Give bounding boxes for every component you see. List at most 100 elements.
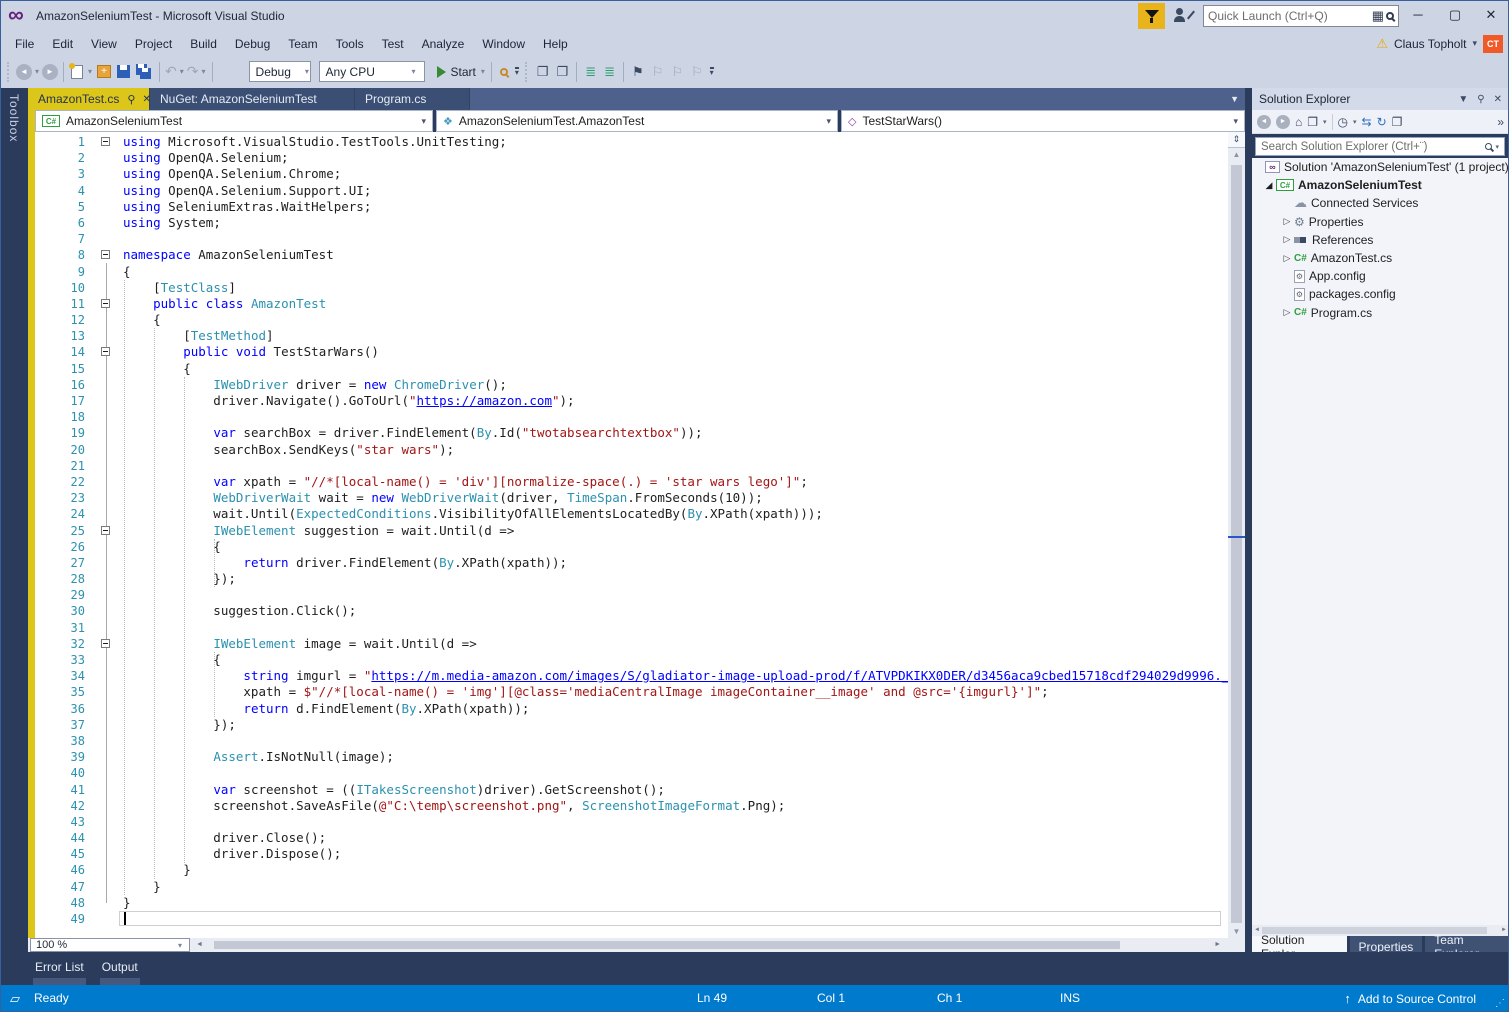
code-line-16[interactable]: 16 IWebDriver driver = new ChromeDriver(… (35, 377, 1228, 393)
expander-collapsed-icon[interactable]: ▷ (1280, 216, 1294, 227)
avatar[interactable]: CT (1483, 35, 1503, 53)
tree-item-solution-amazonseleniumtest-1-project[interactable]: ∞Solution 'AmazonSeleniumTest' (1 projec… (1252, 158, 1509, 176)
code-line-39[interactable]: 39 Assert.IsNotNull(image); (35, 749, 1228, 765)
scroll-left-icon[interactable]: ◄ (1254, 927, 1260, 933)
user-name[interactable]: Claus Topholt (1394, 37, 1467, 51)
status-column-number[interactable]: Col 1 (817, 991, 845, 1005)
code-line-12[interactable]: 12 { (35, 312, 1228, 328)
panel-options-dropdown-icon[interactable]: ▼ (1458, 94, 1468, 105)
pin-icon[interactable]: ⚲ (1477, 94, 1484, 105)
navbar-type-combo[interactable]: ❖ AmazonSeleniumTest.AmazonTest ▾ (436, 110, 838, 132)
solution-search-input[interactable] (1261, 141, 1485, 153)
toolbar-overflow-icon[interactable]: ▾ (515, 67, 519, 76)
code-line-23[interactable]: 23 WebDriverWait wait = new WebDriverWai… (35, 490, 1228, 506)
code-line-6[interactable]: 6using System; (35, 215, 1228, 231)
vertical-scrollbar-thumb[interactable] (1231, 165, 1242, 923)
code-line-17[interactable]: 17 driver.Navigate().GoToUrl("https://am… (35, 393, 1228, 409)
status-insert-mode[interactable]: INS (1060, 991, 1080, 1005)
code-line-8[interactable]: 8namespace AmazonSeleniumTest (35, 247, 1228, 263)
refresh-icon[interactable]: ↻ (1377, 115, 1387, 129)
code-line-11[interactable]: 11 public class AmazonTest (35, 296, 1228, 312)
split-window-handle[interactable]: ⇕ (1228, 132, 1245, 148)
new-project-dropdown-icon[interactable]: ▾ (88, 67, 92, 76)
status-line-number[interactable]: Ln 49 (697, 991, 727, 1005)
quick-launch-box[interactable]: ▦ (1203, 5, 1399, 27)
close-panel-icon[interactable]: ✕ (1494, 94, 1502, 105)
collapse-region-icon[interactable] (101, 347, 110, 356)
expander-collapsed-icon[interactable]: ▷ (1280, 307, 1294, 318)
home-icon[interactable]: ⌂ (1295, 115, 1302, 129)
collapse-region-icon[interactable] (101, 526, 110, 535)
increase-indent-button[interactable]: ≣ (604, 64, 615, 80)
resize-grip[interactable]: ⋰ (1495, 998, 1505, 1009)
status-character-number[interactable]: Ch 1 (937, 991, 962, 1005)
navigate-backward-button[interactable]: ◄ (16, 64, 32, 80)
pending-changes-filter-icon[interactable]: ◷ (1338, 115, 1348, 129)
close-button[interactable]: ✕ (1474, 0, 1508, 30)
redo-dropdown-icon[interactable]: ▾ (202, 67, 206, 76)
sync-with-active-document-icon[interactable]: ⇆ (1362, 115, 1372, 129)
redo-button[interactable]: ↷ (187, 63, 199, 80)
bottom-tab-output[interactable]: Output (100, 960, 140, 985)
tree-item-program-cs[interactable]: ▷C#Program.cs (1252, 304, 1509, 322)
code-line-33[interactable]: 33 { (35, 652, 1228, 668)
bottom-tab-error-list[interactable]: Error List (33, 960, 86, 985)
decrease-indent-button[interactable]: ≣ (585, 64, 596, 80)
code-line-45[interactable]: 45 driver.Dispose(); (35, 846, 1228, 862)
code-editor[interactable]: 1using Microsoft.VisualStudio.TestTools.… (35, 132, 1228, 938)
new-project-button[interactable] (71, 65, 83, 79)
document-list-dropdown-icon[interactable]: ▼ (1230, 94, 1239, 104)
toolbar-grip[interactable] (525, 62, 530, 82)
se-toolbar-overflow-icon[interactable]: » (1497, 115, 1504, 129)
menu-project[interactable]: Project (126, 34, 181, 54)
code-line-28[interactable]: 28 }); (35, 571, 1228, 587)
horizontal-scrollbar-thumb[interactable] (214, 941, 1120, 949)
menu-file[interactable]: File (6, 34, 43, 54)
menu-debug[interactable]: Debug (226, 34, 279, 54)
uncomment-button[interactable]: ❐ (557, 64, 569, 80)
menu-tools[interactable]: Tools (327, 34, 373, 54)
code-line-36[interactable]: 36 return d.FindElement(By.XPath(xpath))… (35, 701, 1228, 717)
quick-launch-input[interactable] (1208, 9, 1372, 23)
menu-analyze[interactable]: Analyze (413, 34, 474, 54)
pin-icon[interactable]: ⚲ (127, 93, 135, 106)
menu-test[interactable]: Test (373, 34, 413, 54)
expander-collapsed-icon[interactable]: ▷ (1280, 234, 1294, 245)
code-line-49[interactable]: 49 (35, 911, 1228, 927)
code-line-5[interactable]: 5using SeleniumExtras.WaitHelpers; (35, 199, 1228, 215)
code-line-13[interactable]: 13 [TestMethod] (35, 328, 1228, 344)
code-line-29[interactable]: 29 (35, 587, 1228, 603)
scroll-right-icon[interactable]: ► (1501, 927, 1507, 933)
show-all-files-icon[interactable]: ❐ (1307, 115, 1318, 129)
editor-horizontal-scrollbar[interactable]: 100 % ▾ ◄ ► (28, 938, 1245, 952)
save-all-button[interactable] (136, 64, 152, 79)
scroll-right-icon[interactable]: ► (1214, 941, 1221, 948)
navigate-back-dropdown-icon[interactable]: ▾ (35, 67, 39, 76)
undo-button[interactable]: ↶ (165, 63, 177, 80)
expander-expanded-icon[interactable]: ◢ (1262, 180, 1276, 191)
code-line-20[interactable]: 20 searchBox.SendKeys("star wars"); (35, 442, 1228, 458)
code-line-4[interactable]: 4using OpenQA.Selenium.Support.UI; (35, 183, 1228, 199)
code-line-37[interactable]: 37 }); (35, 717, 1228, 733)
solution-explorer-search-box[interactable]: ▾ (1255, 137, 1505, 156)
collapse-region-icon[interactable] (101, 250, 110, 259)
navbar-project-combo[interactable]: C# AmazonSeleniumTest ▾ (35, 110, 433, 132)
menu-team[interactable]: Team (279, 34, 326, 54)
solution-configuration-combo[interactable]: Debug ▾ (249, 61, 311, 82)
code-line-9[interactable]: 9{ (35, 264, 1228, 280)
menu-help[interactable]: Help (534, 34, 577, 54)
se-back-button[interactable]: ◄ (1257, 115, 1271, 129)
scroll-down-icon[interactable]: ▼ (1228, 927, 1245, 936)
tree-item-amazontest-cs[interactable]: ▷C#AmazonTest.cs (1252, 249, 1509, 267)
collapse-region-icon[interactable] (101, 137, 110, 146)
find-in-files-icon[interactable] (500, 68, 508, 76)
code-line-14[interactable]: 14 public void TestStarWars() (35, 344, 1228, 360)
code-line-21[interactable]: 21 (35, 458, 1228, 474)
code-line-2[interactable]: 2using OpenQA.Selenium; (35, 150, 1228, 166)
tab-nuget-amazonseleniumtest[interactable]: NuGet: AmazonSeleniumTest (150, 88, 355, 110)
code-line-34[interactable]: 34 string imgurl = "https://m.media-amaz… (35, 668, 1228, 684)
send-feedback-button[interactable] (1174, 8, 1192, 24)
tab-amazontest-cs[interactable]: AmazonTest.cs⚲✕ (28, 88, 150, 110)
code-line-26[interactable]: 26 { (35, 539, 1228, 555)
tree-item-properties[interactable]: ▷⚙Properties (1252, 213, 1509, 231)
